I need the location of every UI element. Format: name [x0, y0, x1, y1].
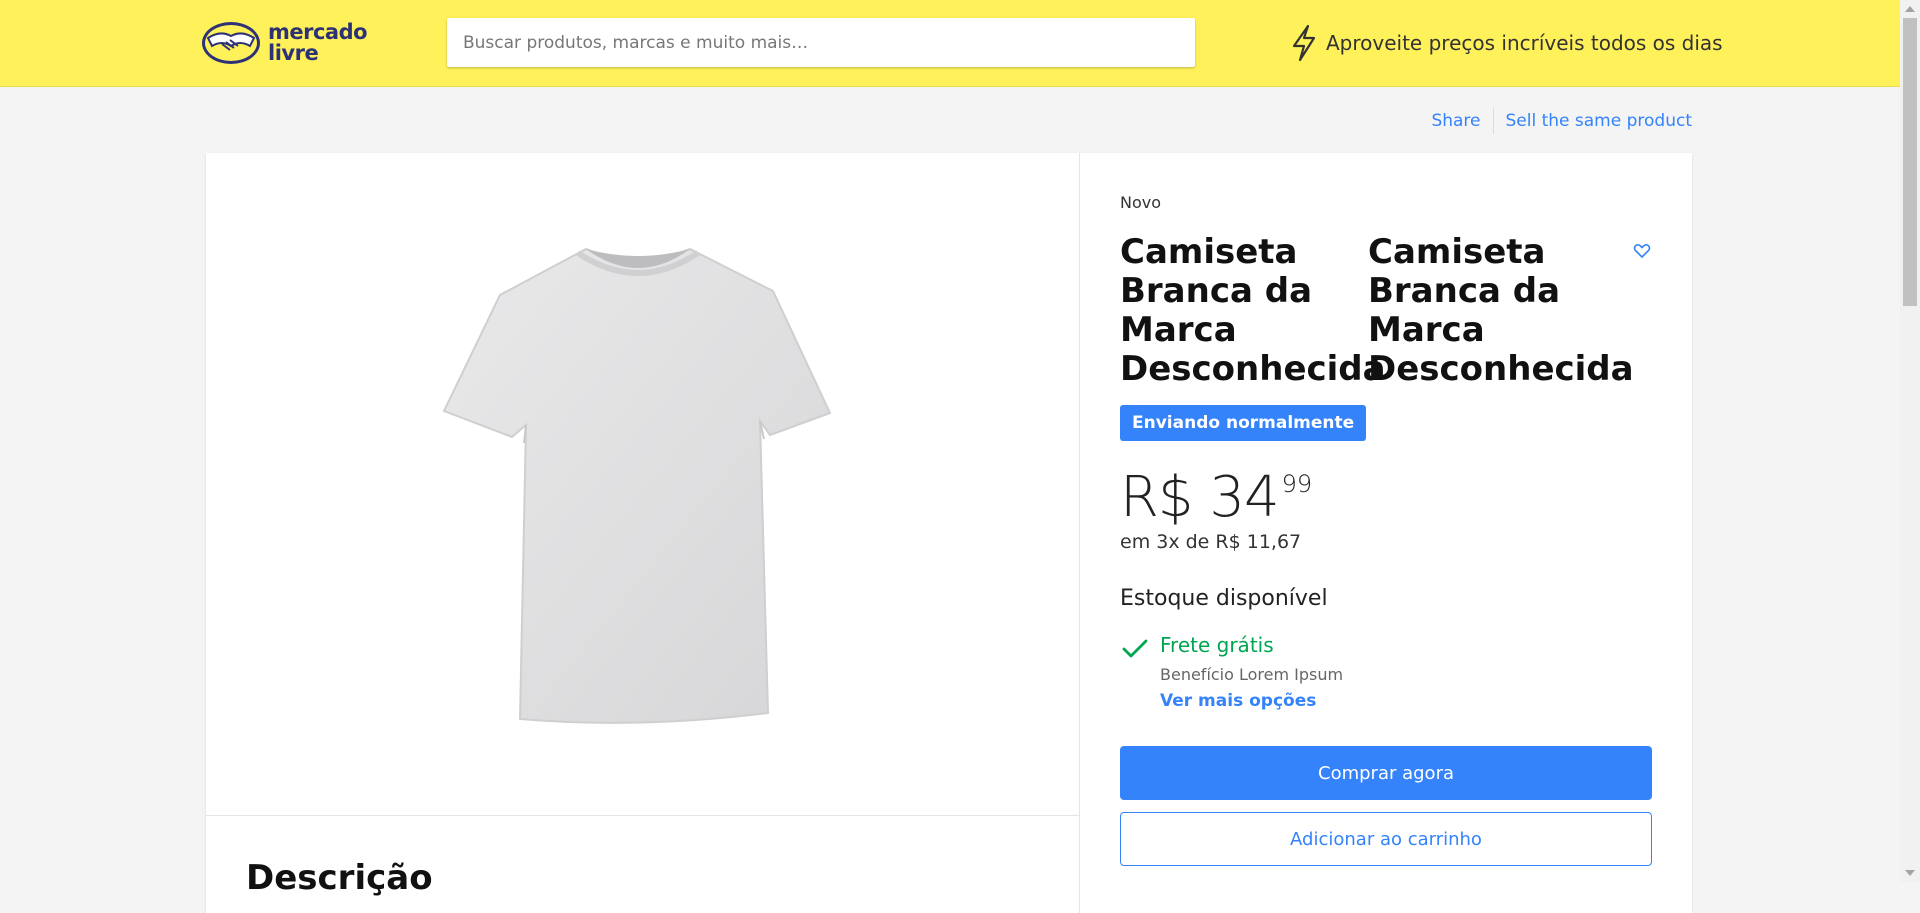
- tshirt-image[interactable]: [428, 243, 848, 727]
- condition-label: Novo: [1120, 193, 1162, 212]
- buy-now-button[interactable]: Comprar agora: [1120, 746, 1652, 800]
- search-input[interactable]: [447, 18, 1195, 67]
- scrollbar-thumb[interactable]: [1903, 18, 1917, 306]
- top-links: Share Sell the same product: [1431, 108, 1692, 134]
- shipping-status-badge: Enviando normalmente: [1120, 405, 1367, 441]
- promo-text: Aproveite preços incríveis todos os dias: [1326, 31, 1723, 55]
- checkmark-icon: [1122, 639, 1148, 658]
- product-card: Descrição Novo Camiseta Branca da Marca …: [206, 153, 1692, 913]
- scroll-down-arrow-icon[interactable]: [1905, 870, 1915, 876]
- share-link[interactable]: Share: [1431, 111, 1480, 131]
- free-shipping-label: Frete grátis: [1160, 633, 1274, 657]
- price: R$ 34 99: [1120, 466, 1312, 530]
- page-scrollbar[interactable]: [1900, 0, 1920, 882]
- gallery-divider: [206, 815, 1079, 816]
- header-bar: mercado livre Aproveite preços incríveis…: [0, 0, 1900, 87]
- price-cents: 99: [1281, 470, 1313, 498]
- favorite-heart-icon[interactable]: [1633, 243, 1651, 259]
- logo-text: mercado livre: [268, 20, 368, 65]
- promo-banner[interactable]: Aproveite preços incríveis todos os dias: [1288, 24, 1723, 62]
- logo-text-line1: mercado: [268, 20, 368, 44]
- stock-status: Estoque disponível: [1120, 586, 1328, 611]
- scroll-up-arrow-icon[interactable]: [1905, 6, 1915, 12]
- price-main: R$ 34: [1120, 465, 1280, 530]
- product-title: Camiseta Branca da Marca Desconhecida Ca…: [1120, 232, 1634, 389]
- product-title-left: Camiseta Branca da Marca Desconhecida: [1120, 232, 1386, 389]
- add-to-cart-button[interactable]: Adicionar ao carrinho: [1120, 812, 1652, 866]
- more-shipping-options-link[interactable]: Ver mais opções: [1160, 691, 1316, 711]
- description-heading: Descrição: [246, 858, 433, 898]
- link-separator: [1492, 108, 1494, 134]
- lightning-icon: [1292, 24, 1316, 62]
- column-divider: [1079, 153, 1080, 913]
- handshake-logo-icon: [202, 22, 260, 64]
- mercado-livre-logo[interactable]: mercado livre: [200, 20, 370, 66]
- product-title-right: Camiseta Branca da Marca Desconhecida: [1368, 232, 1634, 389]
- shipping-benefit-text: Benefício Lorem Ipsum: [1160, 665, 1344, 684]
- sell-same-product-link[interactable]: Sell the same product: [1506, 111, 1693, 131]
- logo-text-line2: livre: [268, 41, 319, 65]
- product-gallery: [206, 153, 1079, 816]
- installments-text: em 3x de R$ 11,67: [1120, 531, 1302, 553]
